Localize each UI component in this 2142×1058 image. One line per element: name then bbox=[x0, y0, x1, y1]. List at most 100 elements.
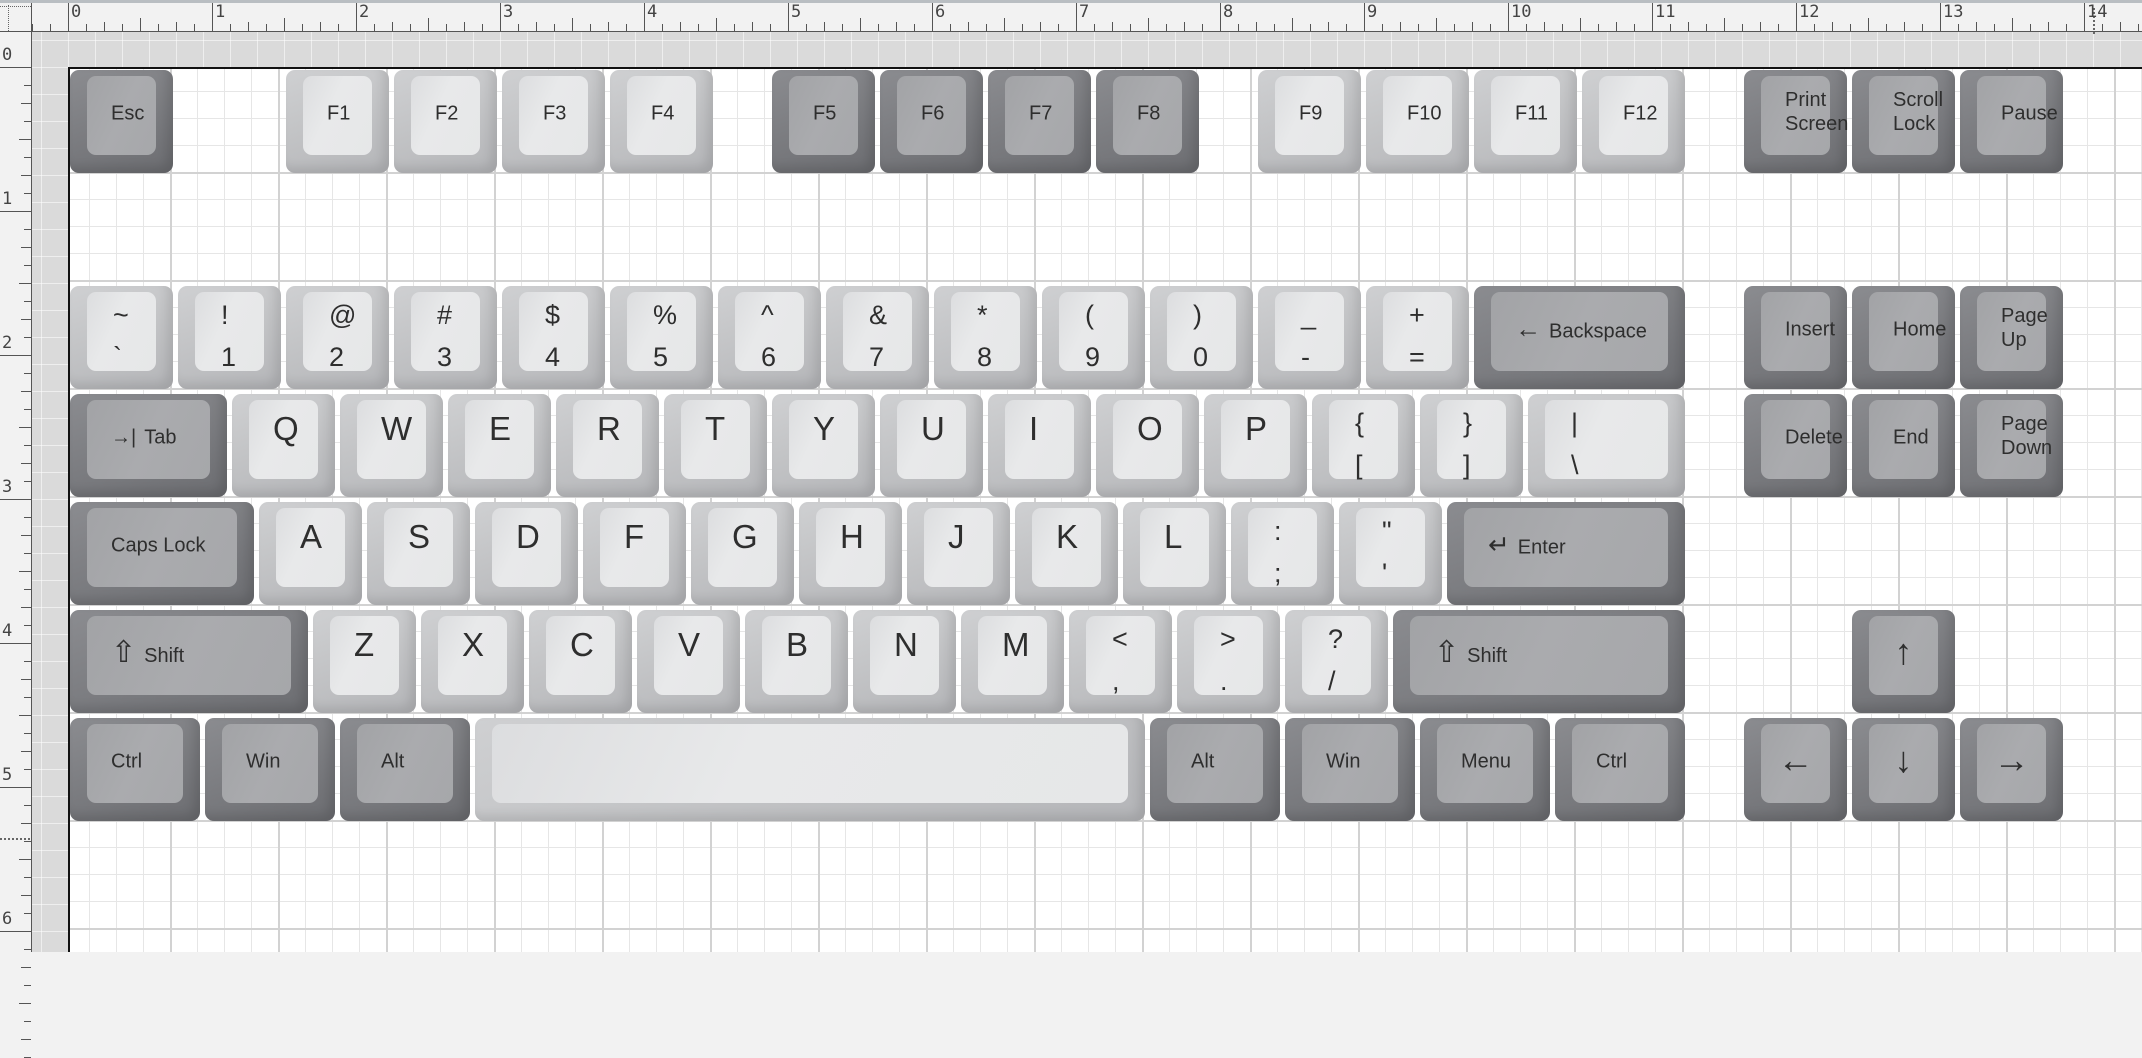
key-6[interactable]: ^ 6 bbox=[718, 286, 821, 389]
key-p[interactable]: P bbox=[1204, 394, 1307, 497]
key-3[interactable]: #3 bbox=[394, 286, 497, 389]
key-page-up[interactable]: Page Up bbox=[1960, 286, 2063, 389]
key-i[interactable]: I bbox=[988, 394, 1091, 497]
key-arrow-left[interactable]: ← bbox=[1744, 718, 1847, 821]
key-m[interactable]: M bbox=[961, 610, 1064, 713]
key-right-ctrl[interactable]: Ctrl bbox=[1555, 718, 1685, 821]
key-f8[interactable]: F8 bbox=[1096, 70, 1199, 173]
keycap-top: {[ bbox=[1329, 400, 1398, 479]
key-print-screen[interactable]: Print Screen bbox=[1744, 70, 1848, 173]
key-2[interactable]: @2 bbox=[286, 286, 389, 389]
key-f10[interactable]: F10 bbox=[1366, 70, 1469, 173]
key-k[interactable]: K bbox=[1015, 502, 1118, 605]
key-right-win[interactable]: Win bbox=[1285, 718, 1415, 821]
key-grave[interactable]: ~ ` bbox=[70, 286, 173, 389]
key-delete[interactable]: Delete bbox=[1744, 394, 1847, 497]
key-a[interactable]: A bbox=[259, 502, 362, 605]
key-9[interactable]: (9 bbox=[1042, 286, 1145, 389]
key-7[interactable]: & 7 bbox=[826, 286, 929, 389]
key-u[interactable]: U bbox=[880, 394, 983, 497]
vertical-ruler[interactable]: 0 1 2 3 4 5 6 bbox=[0, 31, 32, 1058]
key-f11[interactable]: F11 bbox=[1474, 70, 1577, 173]
key-f9[interactable]: F9 bbox=[1258, 70, 1361, 173]
key-l[interactable]: L bbox=[1123, 502, 1226, 605]
key-slash[interactable]: ? / bbox=[1285, 610, 1388, 713]
key-x[interactable]: X bbox=[421, 610, 524, 713]
key-period[interactable]: >. bbox=[1177, 610, 1280, 713]
key-left-alt[interactable]: Alt bbox=[340, 718, 470, 821]
key-j[interactable]: J bbox=[907, 502, 1010, 605]
key-f6[interactable]: F6 bbox=[880, 70, 983, 173]
key-f1[interactable]: F1 bbox=[286, 70, 389, 173]
key-insert[interactable]: Insert bbox=[1744, 286, 1847, 389]
key-arrow-up[interactable]: ↑ bbox=[1852, 610, 1955, 713]
key-o[interactable]: O bbox=[1096, 394, 1199, 497]
key-e[interactable]: E bbox=[448, 394, 551, 497]
key-equal[interactable]: + = bbox=[1366, 286, 1469, 389]
key-left-ctrl[interactable]: Ctrl bbox=[70, 718, 200, 821]
key-f2[interactable]: F2 bbox=[394, 70, 497, 173]
key-q[interactable]: Q bbox=[232, 394, 335, 497]
key-end[interactable]: End bbox=[1852, 394, 1955, 497]
key-home[interactable]: Home bbox=[1852, 286, 1955, 389]
key-d[interactable]: D bbox=[475, 502, 578, 605]
key-f5[interactable]: F5 bbox=[772, 70, 875, 173]
key-shift-legend: ^ bbox=[761, 300, 774, 330]
key-lbracket[interactable]: {[ bbox=[1312, 394, 1415, 497]
key-c[interactable]: C bbox=[529, 610, 632, 713]
ruler-label: 5 bbox=[791, 2, 802, 22]
key-b[interactable]: B bbox=[745, 610, 848, 713]
key-left-shift[interactable]: ⇧ Shift bbox=[70, 610, 308, 713]
key-t[interactable]: T bbox=[664, 394, 767, 497]
key-space[interactable] bbox=[475, 718, 1145, 821]
key-v[interactable]: V bbox=[637, 610, 740, 713]
key-w[interactable]: W bbox=[340, 394, 443, 497]
key-arrow-right[interactable]: → bbox=[1960, 718, 2063, 821]
key-1[interactable]: ! 1 bbox=[178, 286, 281, 389]
key-s[interactable]: S bbox=[367, 502, 470, 605]
key-f3[interactable]: F3 bbox=[502, 70, 605, 173]
key-backspace[interactable]: ← Backspace bbox=[1474, 286, 1685, 389]
keycap-top: Ctrl bbox=[1572, 724, 1668, 803]
key-rbracket[interactable]: }] bbox=[1420, 394, 1523, 497]
key-page-down[interactable]: Page Down bbox=[1960, 394, 2063, 497]
key-pause[interactable]: Pause bbox=[1960, 70, 2063, 173]
key-r[interactable]: R bbox=[556, 394, 659, 497]
key-h[interactable]: H bbox=[799, 502, 902, 605]
key-f[interactable]: F bbox=[583, 502, 686, 605]
key-quote[interactable]: " ' bbox=[1339, 502, 1442, 605]
key-5[interactable]: % 5 bbox=[610, 286, 713, 389]
key-minus[interactable]: _ - bbox=[1258, 286, 1361, 389]
key-left-win[interactable]: Win bbox=[205, 718, 335, 821]
key-g[interactable]: G bbox=[691, 502, 794, 605]
key-8[interactable]: * 8 bbox=[934, 286, 1037, 389]
key-esc[interactable]: Esc bbox=[70, 70, 173, 173]
key-tab[interactable]: →| Tab bbox=[70, 394, 227, 497]
key-scroll-lock[interactable]: Scroll Lock bbox=[1852, 70, 1955, 173]
keycap-top: D bbox=[492, 508, 561, 587]
key-caps-lock[interactable]: Caps Lock bbox=[70, 502, 254, 605]
key-right-shift[interactable]: ⇧ Shift bbox=[1393, 610, 1685, 713]
key-legend: F11 bbox=[1515, 102, 1548, 125]
key-semicolon[interactable]: :; bbox=[1231, 502, 1334, 605]
key-y[interactable]: Y bbox=[772, 394, 875, 497]
key-f7[interactable]: F7 bbox=[988, 70, 1091, 173]
key-4[interactable]: $4 bbox=[502, 286, 605, 389]
key-comma[interactable]: <, bbox=[1069, 610, 1172, 713]
key-right-alt[interactable]: Alt bbox=[1150, 718, 1280, 821]
horizontal-ruler[interactable]: 0 1 2 3 4 5 6 7 8 9 10 11 12 13 14 bbox=[14, 2, 2142, 34]
key-legend: X bbox=[462, 626, 485, 663]
key-z[interactable]: Z bbox=[313, 610, 416, 713]
key-menu[interactable]: Menu bbox=[1420, 718, 1550, 821]
keycap-top: F2 bbox=[411, 76, 480, 155]
key-n[interactable]: N bbox=[853, 610, 956, 713]
key-0[interactable]: ) 0 bbox=[1150, 286, 1253, 389]
key-arrow-down[interactable]: ↓ bbox=[1852, 718, 1955, 821]
ruler-minor-tick bbox=[19, 571, 31, 572]
key-f12[interactable]: F12 bbox=[1582, 70, 1685, 173]
key-enter[interactable]: ↵ Enter bbox=[1447, 502, 1685, 605]
key-backslash[interactable]: | \ bbox=[1528, 394, 1685, 497]
ruler-corner[interactable] bbox=[0, 3, 32, 32]
key-f4[interactable]: F4 bbox=[610, 70, 713, 173]
keycap-top: Z bbox=[330, 616, 399, 695]
